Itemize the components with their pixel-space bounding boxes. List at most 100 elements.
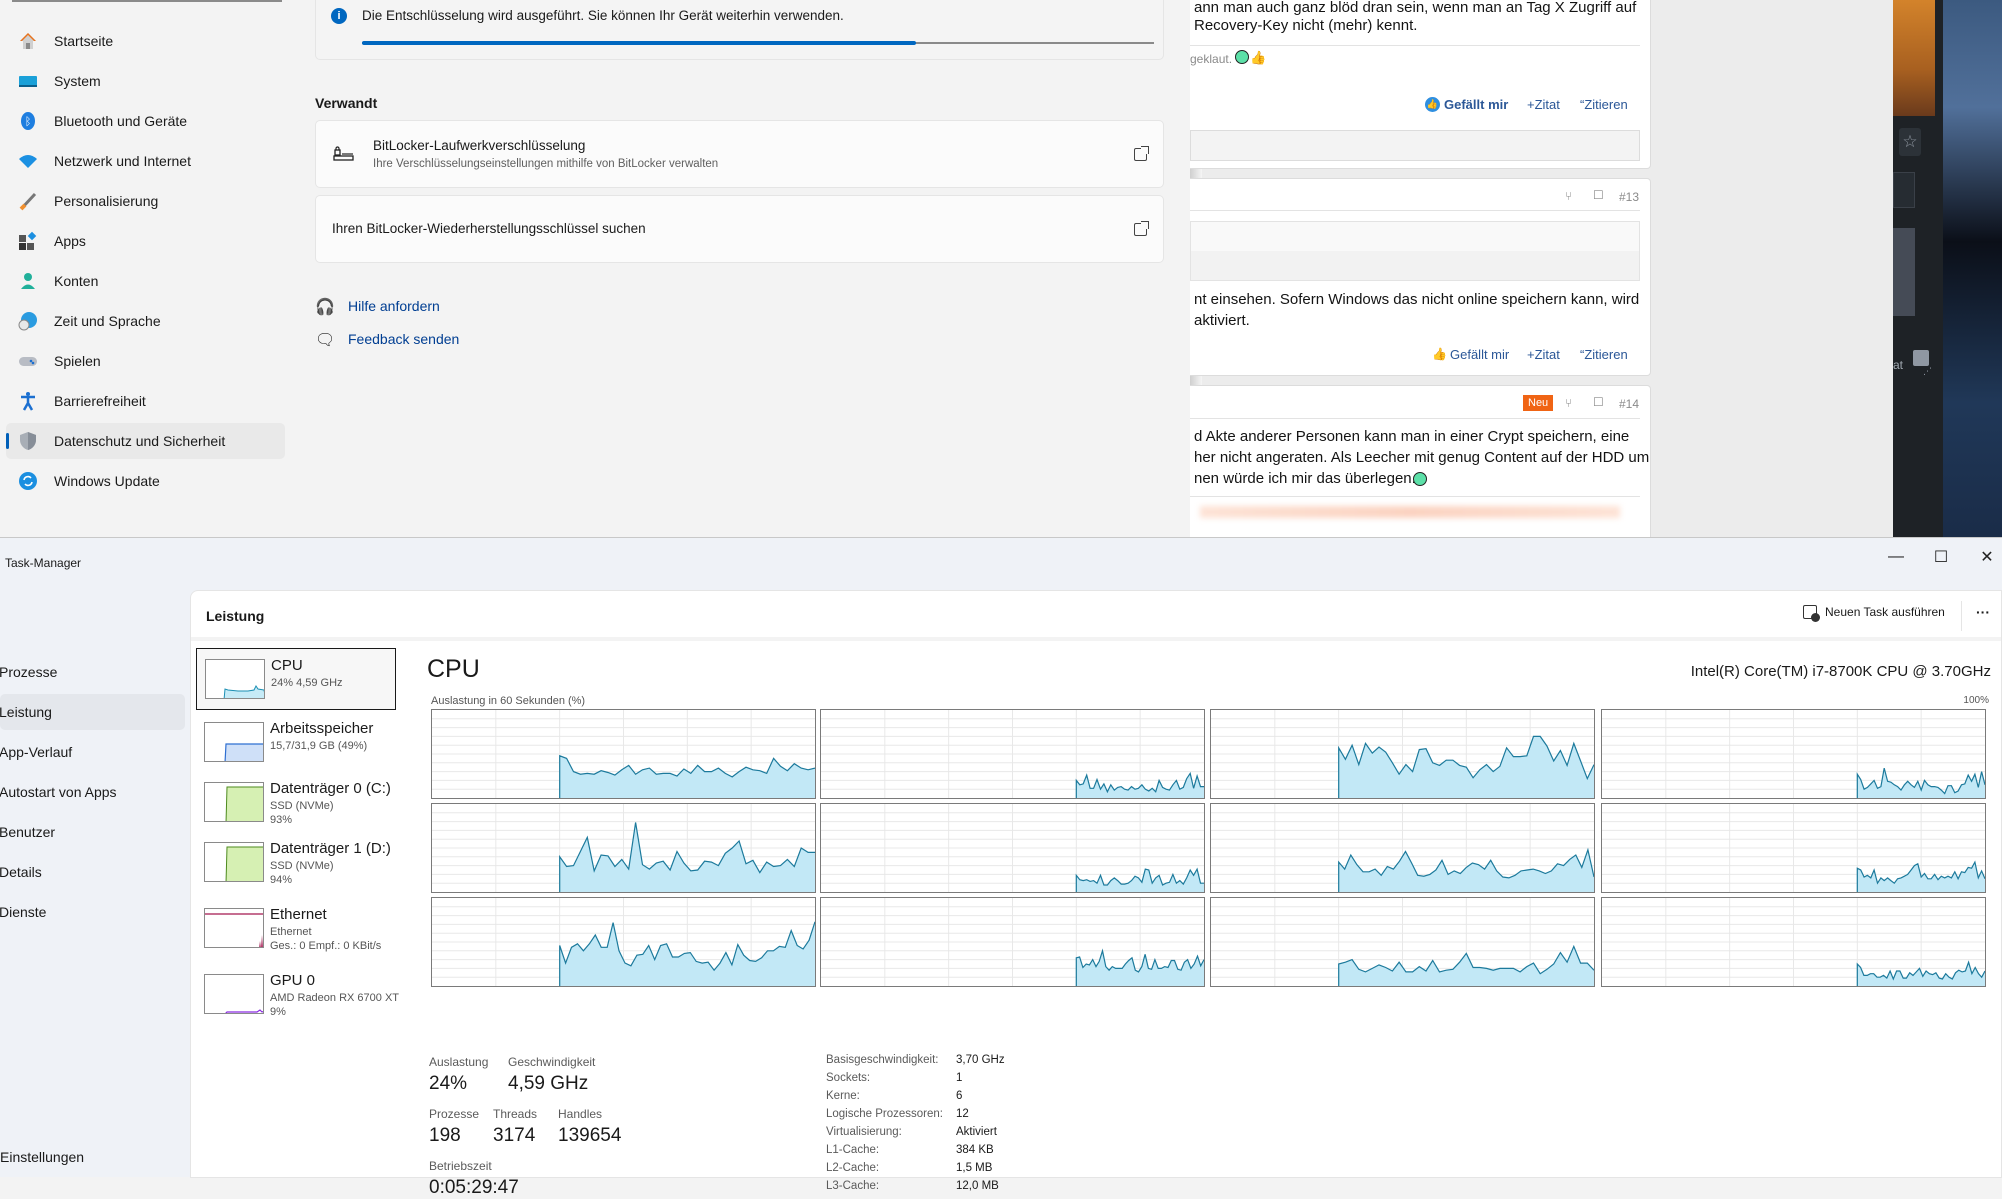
resize-grip-icon[interactable]: ⋰ (1923, 366, 1932, 377)
input-field[interactable] (1893, 172, 1915, 208)
sidebar-item-system[interactable]: System (6, 63, 285, 99)
like-button[interactable]: Gefällt mir (1444, 97, 1508, 112)
accessibility-icon (18, 391, 38, 411)
sidebar-item-label: Netzwerk und Internet (54, 153, 191, 169)
sidebar-item-personalisierung[interactable]: Personalisierung (6, 183, 285, 219)
star-icon[interactable]: ☆ (1899, 128, 1921, 156)
bookmark-icon[interactable]: ☐ (1593, 188, 1604, 202)
sidebar-item-windows-update[interactable]: Windows Update (6, 463, 285, 499)
sidebar-item-datenschutz-und-sicherheit[interactable]: Datenschutz und Sicherheit (6, 423, 285, 459)
detail-value: 6 (956, 1090, 963, 1102)
resource-detail: 93% (270, 814, 293, 826)
search-box-edge[interactable] (12, 0, 282, 2)
resource-thumbnail-graph (204, 722, 264, 762)
resource-detail: 94% (270, 874, 293, 886)
sidebar-item-apps[interactable]: Apps (6, 223, 285, 259)
processes-label: Prozesse (429, 1107, 480, 1121)
nav-leistung[interactable]: Leistung (0, 694, 185, 730)
sidebar-item-zeit-und-sprache[interactable]: Zeit und Sprache (6, 303, 285, 339)
add-quote-button[interactable]: +Zitat (1527, 97, 1560, 112)
resource-datentr-ger-1-d-[interactable]: Datenträger 1 (D:) SSD (NVMe) 94% (196, 832, 396, 894)
nav-details[interactable]: Details (0, 854, 185, 890)
sidebar-item-label: Startseite (54, 33, 114, 49)
resource-detail: SSD (NVMe) (270, 860, 334, 872)
system-icon (18, 71, 38, 91)
sidebar-item-label: Windows Update (54, 473, 160, 489)
speed-label: Geschwindigkeit (508, 1055, 596, 1069)
sidebar-item-label: Bluetooth und Geräte (54, 113, 188, 129)
recovery-key-card[interactable]: Ihren BitLocker-Wiederherstellungsschlüs… (315, 195, 1164, 263)
run-task-button[interactable]: Neuen Task ausführen (1803, 605, 1945, 622)
sidebar-item-label: Personalisierung (54, 193, 159, 209)
nav-benutzer[interactable]: Benutzer (0, 814, 185, 850)
quote-button[interactable]: “Zitieren (1580, 347, 1628, 362)
core-graph-11 (1601, 897, 1986, 987)
sidebar-item-label: Konten (54, 273, 99, 289)
core-graph-6 (1210, 803, 1595, 893)
post-number[interactable]: #14 (1619, 397, 1639, 411)
resource-datentr-ger-0-c-[interactable]: Datenträger 0 (C:) SSD (NVMe) 93% (196, 772, 396, 834)
group-icon[interactable] (1913, 350, 1929, 366)
resource-arbeitsspeicher[interactable]: Arbeitsspeicher 15,7/31,9 GB (49%) (196, 712, 396, 774)
page-title: Leistung (206, 608, 265, 624)
more-options-button[interactable]: ··· (1976, 604, 1990, 620)
resource-ethernet[interactable]: Ethernet Ethernet Ges.: 0 Empf.: 0 KBit/s (196, 898, 396, 960)
share-icon[interactable]: ⑂ (1565, 189, 1572, 203)
nav-prozesse[interactable]: Prozesse (0, 654, 185, 690)
nav-app-verlauf[interactable]: App-Verlauf (0, 734, 185, 770)
detail-key: L1-Cache: (826, 1144, 880, 1156)
resource-thumbnail-graph (205, 659, 265, 699)
chat-label[interactable]: at (1893, 358, 1903, 372)
info-icon: i (331, 8, 347, 24)
browser-forum-page: ann man auch ganz blöd dran sein, wenn m… (1190, 0, 1893, 545)
sidebar-item-bluetooth-und-geräte[interactable]: ᛒ Bluetooth und Geräte (6, 103, 285, 139)
sidebar-item-startseite[interactable]: Startseite (6, 23, 285, 59)
new-task-icon (1803, 605, 1820, 622)
detail-value: 384 KB (956, 1144, 994, 1156)
svg-text:ᛒ: ᛒ (25, 116, 32, 128)
resource-name: CPU (271, 657, 303, 674)
person-icon (18, 271, 38, 291)
nav-autostart-von-apps[interactable]: Autostart von Apps (0, 774, 185, 810)
sidebar-item-konten[interactable]: Konten (6, 263, 285, 299)
maximize-button[interactable]: ☐ (1918, 544, 1964, 570)
resource-cpu[interactable]: CPU 24% 4,59 GHz (196, 648, 396, 710)
post-signature: geklaut. (1190, 52, 1233, 66)
core-graph-10 (1210, 897, 1595, 987)
nav-label: App-Verlauf (0, 744, 73, 760)
sidebar-item-netzwerk-und-internet[interactable]: Netzwerk und Internet (6, 143, 285, 179)
close-button[interactable]: ✕ (1964, 544, 2002, 570)
utilization-label: Auslastung (429, 1055, 489, 1069)
cover-image (1893, 0, 1935, 116)
utilization-value: 24% (429, 1073, 468, 1094)
feedback-link[interactable]: Feedback senden (348, 331, 459, 347)
nav-settings[interactable]: Einstellungen (0, 1149, 84, 1165)
like-button[interactable]: Gefällt mir (1450, 347, 1509, 362)
quote-button[interactable]: “Zitieren (1580, 97, 1628, 112)
reply-box[interactable] (1190, 130, 1640, 161)
sidebar-item-barrierefreiheit[interactable]: Barrierefreiheit (6, 383, 285, 419)
core-graph-9 (820, 897, 1205, 987)
share-icon[interactable]: ⑂ (1565, 396, 1572, 410)
bitlocker-card[interactable]: BitLocker-Laufwerkverschlüsselung Ihre V… (315, 120, 1164, 188)
resource-thumbnail-graph (204, 974, 264, 1014)
sidebar-item-label: Barrierefreiheit (54, 393, 146, 409)
sidebar-item-label: Apps (54, 233, 86, 249)
feedback-icon: 🗨 (315, 332, 336, 349)
resource-gpu-0[interactable]: GPU 0 AMD Radeon RX 6700 XT 9% (196, 964, 399, 1026)
resource-thumbnail-graph (204, 782, 264, 822)
nav-dienste[interactable]: Dienste (0, 894, 185, 930)
performance-panel: Leistung Neuen Task ausführen ··· CPU 24%… (190, 590, 2002, 1198)
add-quote-button[interactable]: +Zitat (1527, 347, 1560, 362)
detail-value: 12,0 MB (956, 1180, 999, 1192)
resource-thumbnail-graph (204, 908, 264, 948)
sidebar-item-spielen[interactable]: Spielen (6, 343, 285, 379)
thumbs-up-smiley-icon: 👍 (1250, 50, 1267, 65)
minimize-button[interactable]: — (1873, 544, 1919, 570)
help-link[interactable]: Hilfe anfordern (348, 298, 440, 314)
nav-label: Details (0, 864, 42, 880)
post-text-line: nen würde ich mir das überlegen. (1194, 470, 1416, 487)
post-number[interactable]: #13 (1619, 190, 1639, 204)
processes-value: 198 (429, 1125, 461, 1146)
bookmark-icon[interactable]: ☐ (1593, 395, 1604, 409)
